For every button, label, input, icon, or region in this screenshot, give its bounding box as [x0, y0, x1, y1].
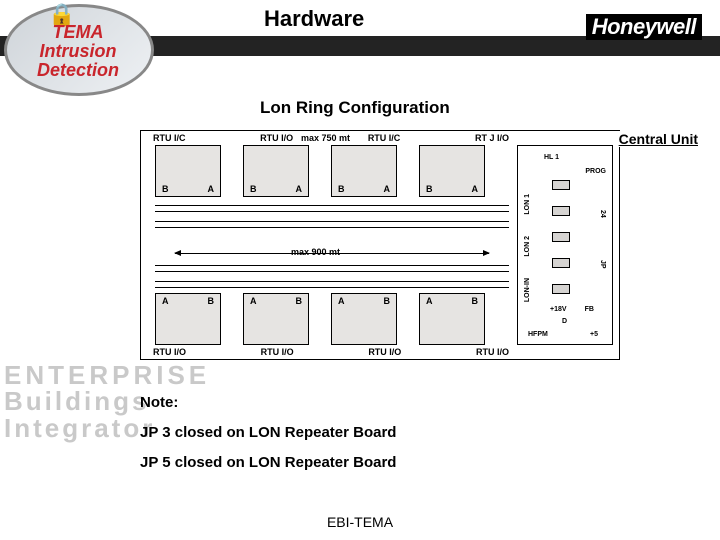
pin-plus5: +5 — [590, 331, 598, 338]
port-a: A — [384, 184, 391, 194]
central-unit-box: HL 1 PROG LON 1 LON 2 24 LON-IN JP +18V … — [517, 145, 613, 345]
pin-lonin: LON-IN — [524, 278, 531, 302]
chip-icon — [552, 180, 570, 190]
bus-wiring — [155, 201, 509, 291]
rtu-label: RT J I/O — [475, 133, 509, 143]
chip-icon — [552, 258, 570, 268]
pin-fb: FB — [585, 306, 594, 313]
logo-line2: Intrusion — [8, 41, 148, 62]
central-unit-label: Central Unit — [617, 131, 700, 147]
rtu-label: RTU I/O — [368, 347, 401, 357]
port-b: B — [384, 296, 391, 306]
pin-lon1: LON 1 — [524, 194, 531, 215]
wire — [155, 271, 509, 272]
brand-logo: Honeywell — [586, 14, 702, 40]
lon-ring-diagram: RTU I/C RTU I/O RTU I/C RT J I/O max 750… — [140, 130, 620, 360]
rtu-label: RTU I/O — [153, 347, 186, 357]
rtu-label: RTU I/O — [476, 347, 509, 357]
rtu-bottom-labels: RTU I/O RTU I/O RTU I/O RTU I/O — [153, 347, 509, 357]
rtu-box: BA — [419, 145, 485, 197]
rtu-box: BA — [155, 145, 221, 197]
rtu-box: AB — [419, 293, 485, 345]
rtu-label: RTU I/O — [261, 347, 294, 357]
port-b: B — [208, 296, 215, 306]
max-distance-top: max 750 mt — [301, 133, 350, 143]
pin-24: 24 — [599, 210, 606, 218]
wire — [155, 227, 509, 228]
chip-icon — [552, 284, 570, 294]
rtu-label: RTU I/C — [153, 133, 186, 143]
pin-d: D — [562, 318, 567, 325]
port-a: A — [208, 184, 215, 194]
max-distance-mid: max 900 mt — [291, 247, 340, 257]
logo-line3: Detection — [8, 60, 148, 81]
pin-jp: JP — [599, 260, 606, 269]
port-a: A — [162, 296, 169, 306]
wire — [155, 281, 509, 282]
subtitle: Lon Ring Configuration — [260, 98, 450, 118]
chip-icon — [552, 232, 570, 242]
pin-hfpm: HFPM — [528, 331, 548, 338]
port-b: B — [250, 184, 257, 194]
note-line: JP 3 closed on LON Repeater Board — [140, 418, 396, 448]
port-a: A — [250, 296, 257, 306]
rtu-box: AB — [243, 293, 309, 345]
rtu-box: AB — [331, 293, 397, 345]
port-b: B — [162, 184, 169, 194]
wire — [155, 287, 509, 288]
rtu-box: AB — [155, 293, 221, 345]
rtu-box: BA — [243, 145, 309, 197]
pin-lon2: LON 2 — [524, 236, 531, 257]
wire — [155, 205, 509, 206]
pin-hl1: HL 1 — [544, 154, 559, 161]
port-a: A — [296, 184, 303, 194]
wire — [155, 221, 509, 222]
port-b: B — [296, 296, 303, 306]
port-b: B — [338, 184, 345, 194]
watermark-line: ENTERPRISE — [4, 362, 234, 388]
rtu-label: RTU I/O — [260, 133, 293, 143]
notes-block: Note: JP 3 closed on LON Repeater Board … — [140, 388, 396, 478]
page-title: Hardware — [264, 6, 364, 32]
logo-text: TEMA Intrusion Detection — [8, 22, 148, 81]
port-b: B — [472, 296, 479, 306]
pin-prog: PROG — [585, 168, 606, 175]
note-line: JP 5 closed on LON Repeater Board — [140, 448, 396, 478]
port-a: A — [338, 296, 345, 306]
rtu-box: BA — [331, 145, 397, 197]
logo-line1: TEMA — [8, 22, 148, 43]
product-logo: 🔒 TEMA Intrusion Detection — [0, 0, 170, 100]
pin-plus18v: +18V — [550, 306, 567, 313]
footer-text: EBI-TEMA — [0, 514, 720, 530]
rtu-row-bottom: AB AB AB AB — [155, 293, 485, 345]
central-pcb: HL 1 PROG LON 1 LON 2 24 LON-IN JP +18V … — [522, 150, 608, 340]
rtu-label: RTU I/C — [368, 133, 401, 143]
rtu-row-top: BA BA BA BA — [155, 145, 485, 197]
port-a: A — [472, 184, 479, 194]
notes-heading: Note: — [140, 388, 396, 418]
port-a: A — [426, 296, 433, 306]
wire — [155, 265, 509, 266]
port-b: B — [426, 184, 433, 194]
chip-icon — [552, 206, 570, 216]
wire — [155, 211, 509, 212]
